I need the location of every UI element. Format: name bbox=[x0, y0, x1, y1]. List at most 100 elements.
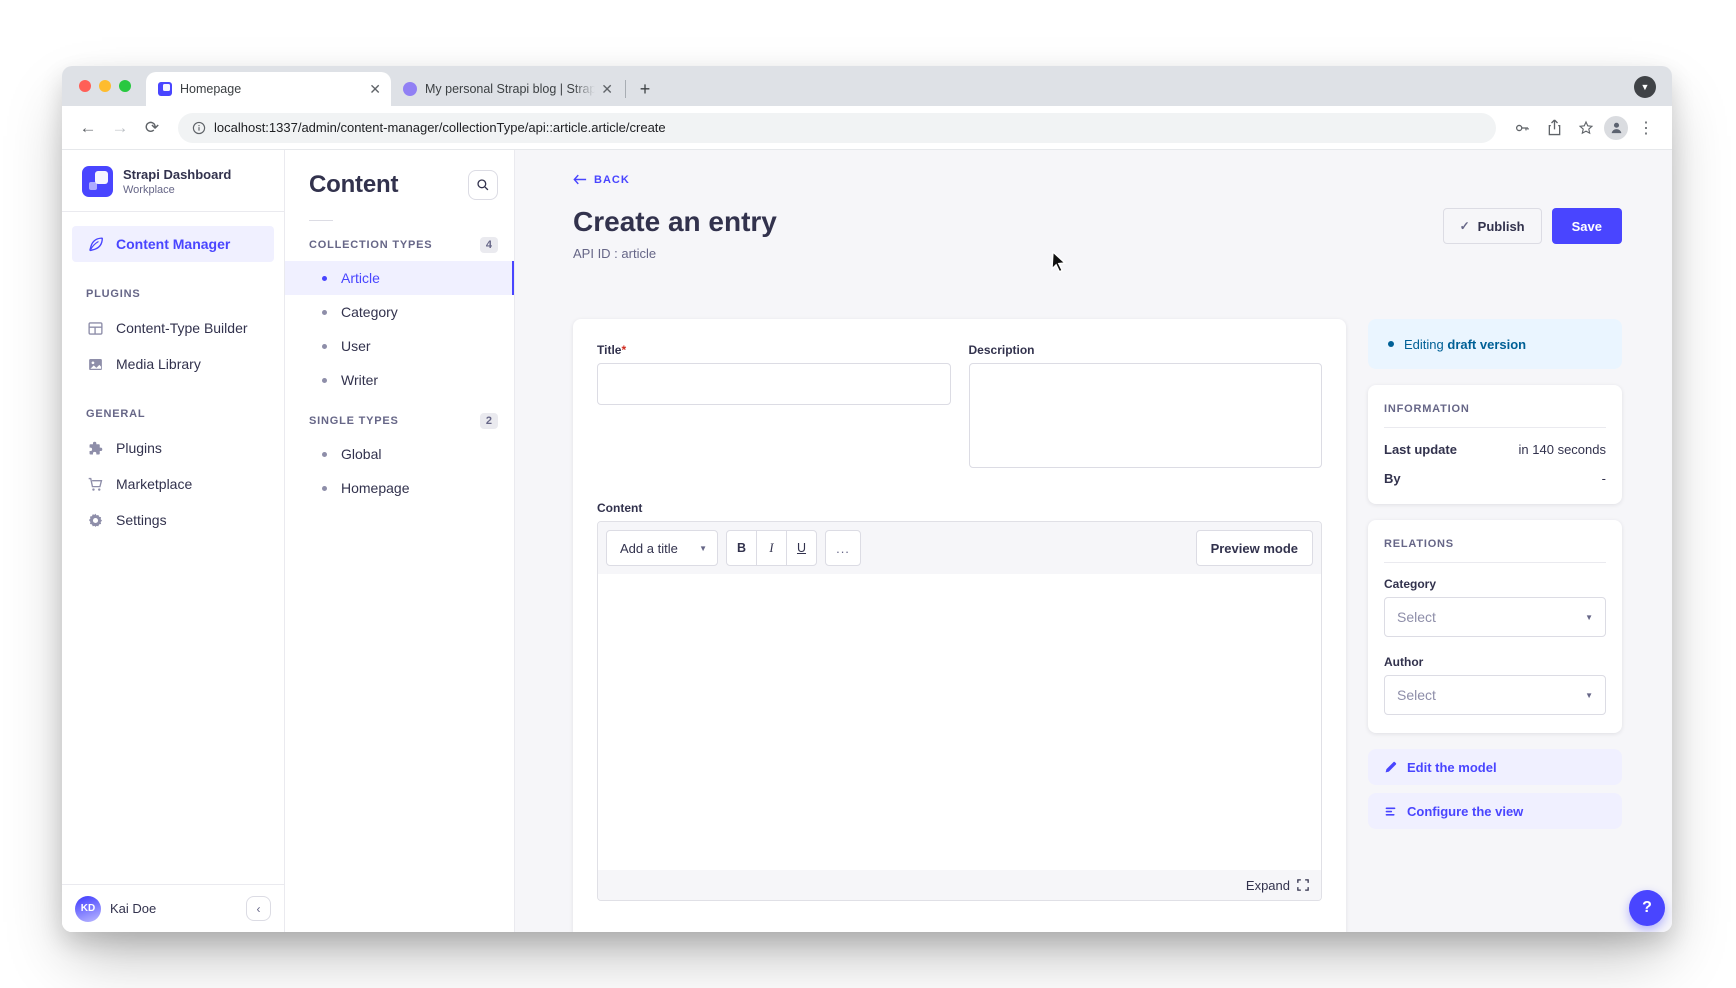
user-avatar[interactable]: KD bbox=[75, 896, 101, 922]
tab-close-icon[interactable]: ✕ bbox=[369, 82, 381, 96]
tab-strapi-blog[interactable]: My personal Strapi blog | Strap ✕ bbox=[391, 72, 623, 106]
sidebar-item-label: Content Manager bbox=[116, 236, 230, 252]
single-types-count: 2 bbox=[480, 413, 498, 429]
expand-label[interactable]: Expand bbox=[1246, 878, 1290, 893]
title-input[interactable] bbox=[597, 363, 951, 405]
relations-card: RELATIONS Category Select ▼ Author Selec… bbox=[1368, 520, 1622, 733]
bullet-icon bbox=[322, 486, 327, 491]
preview-mode-button[interactable]: Preview mode bbox=[1196, 530, 1313, 566]
tab-close-icon[interactable]: ✕ bbox=[601, 82, 613, 96]
collection-types-count: 4 bbox=[480, 237, 498, 253]
tab-search-button[interactable]: ▼ bbox=[1634, 76, 1656, 98]
zoom-window-button[interactable] bbox=[119, 80, 131, 92]
configure-view-button[interactable]: Configure the view bbox=[1368, 793, 1622, 829]
title-field-label: Title* bbox=[597, 343, 951, 357]
bold-button[interactable]: B bbox=[726, 530, 757, 566]
sidebar-item-media-library[interactable]: Media Library bbox=[62, 346, 284, 382]
publish-button[interactable]: ✓ Publish bbox=[1443, 208, 1542, 244]
status-dot-icon bbox=[1388, 341, 1394, 347]
more-options-button[interactable]: ... bbox=[825, 530, 861, 566]
tab-strip: Homepage ✕ My personal Strapi blog | Str… bbox=[62, 66, 1672, 106]
divider bbox=[309, 220, 333, 221]
sidebar-user-footer: KD Kai Doe ‹ bbox=[62, 884, 284, 932]
author-label: Author bbox=[1384, 655, 1606, 669]
bookmark-star-icon[interactable] bbox=[1572, 114, 1600, 142]
required-asterisk: * bbox=[621, 343, 626, 357]
search-icon bbox=[476, 178, 490, 192]
sidebar-item-label: Content-Type Builder bbox=[116, 320, 248, 336]
content-nav-panel: Content COLLECTION TYPES 4 Article Categ… bbox=[285, 150, 515, 932]
collection-type-label: Article bbox=[341, 270, 380, 286]
heading-select[interactable]: Add a title ▼ bbox=[606, 530, 718, 566]
description-field-label: Description bbox=[969, 343, 1323, 357]
back-button[interactable]: ← bbox=[74, 114, 102, 142]
collection-type-label: User bbox=[341, 338, 371, 354]
search-button[interactable] bbox=[468, 170, 498, 200]
tab-separator bbox=[625, 80, 626, 98]
sidebar-item-label: Marketplace bbox=[116, 476, 192, 492]
password-key-icon[interactable] bbox=[1508, 114, 1536, 142]
help-button[interactable]: ? bbox=[1629, 890, 1665, 926]
underline-button[interactable]: U bbox=[786, 530, 817, 566]
user-name: Kai Doe bbox=[110, 901, 237, 916]
reload-button[interactable]: ⟳ bbox=[138, 114, 166, 142]
sidebar-item-marketplace[interactable]: Marketplace bbox=[62, 466, 284, 502]
panel-title: Content bbox=[309, 171, 398, 199]
sidebar-section-plugins: PLUGINS bbox=[62, 288, 284, 300]
collection-types-header: COLLECTION TYPES bbox=[309, 239, 432, 251]
new-tab-button[interactable]: + bbox=[632, 76, 658, 102]
sidebar-item-content-type-builder[interactable]: Content-Type Builder bbox=[62, 310, 284, 346]
sidebar-item-label: Media Library bbox=[116, 356, 201, 372]
browser-profile-avatar[interactable] bbox=[1604, 116, 1628, 140]
site-info-icon[interactable] bbox=[192, 121, 206, 135]
brand-title: Strapi Dashboard bbox=[123, 167, 231, 182]
editor-body[interactable] bbox=[598, 574, 1321, 870]
category-label: Category bbox=[1384, 577, 1606, 591]
edit-model-button[interactable]: Edit the model bbox=[1368, 749, 1622, 785]
url-bar[interactable]: localhost:1337/admin/content-manager/col… bbox=[178, 113, 1496, 143]
browser-menu-icon[interactable]: ⋮ bbox=[1632, 114, 1660, 142]
collapse-sidebar-button[interactable]: ‹ bbox=[246, 896, 271, 921]
collection-type-user[interactable]: User bbox=[285, 329, 514, 363]
italic-button[interactable]: I bbox=[756, 530, 787, 566]
single-type-global[interactable]: Global bbox=[285, 437, 514, 471]
sidebar-item-settings[interactable]: Settings bbox=[62, 502, 284, 538]
author-select[interactable]: Select ▼ bbox=[1384, 675, 1606, 715]
sidebar-item-content-manager[interactable]: Content Manager bbox=[72, 226, 274, 262]
single-type-label: Homepage bbox=[341, 480, 410, 496]
back-link[interactable]: BACK bbox=[573, 174, 630, 186]
relations-header: RELATIONS bbox=[1384, 538, 1606, 550]
close-window-button[interactable] bbox=[79, 80, 91, 92]
divider bbox=[1384, 427, 1606, 428]
entry-side-panel: Editing draft version INFORMATION Last u… bbox=[1368, 319, 1622, 829]
shopping-cart-icon bbox=[86, 475, 104, 493]
content-field-label: Content bbox=[597, 501, 1322, 515]
tab-title: Homepage bbox=[180, 82, 363, 96]
main-content: BACK Create an entry API ID : article ✓ … bbox=[515, 150, 1672, 932]
single-type-homepage[interactable]: Homepage bbox=[285, 471, 514, 505]
strapi-logo-icon bbox=[82, 166, 113, 197]
by-value: - bbox=[1602, 471, 1606, 486]
workspace-brand[interactable]: Strapi Dashboard Workplace bbox=[62, 150, 284, 212]
share-icon[interactable] bbox=[1540, 114, 1568, 142]
collection-type-writer[interactable]: Writer bbox=[285, 363, 514, 397]
check-icon: ✓ bbox=[1460, 219, 1470, 233]
description-textarea[interactable] bbox=[969, 363, 1323, 468]
back-arrow-icon bbox=[573, 174, 587, 185]
pencil-icon bbox=[1384, 761, 1397, 774]
chevron-down-icon: ▼ bbox=[699, 544, 707, 553]
minimize-window-button[interactable] bbox=[99, 80, 111, 92]
forward-button[interactable]: → bbox=[106, 114, 134, 142]
api-id-subtitle: API ID : article bbox=[573, 246, 777, 261]
chevron-down-icon: ▼ bbox=[1585, 613, 1593, 622]
single-type-label: Global bbox=[341, 446, 381, 462]
collection-type-category[interactable]: Category bbox=[285, 295, 514, 329]
save-button[interactable]: Save bbox=[1552, 208, 1622, 244]
tab-title: My personal Strapi blog | Strap bbox=[425, 82, 595, 96]
collection-type-label: Writer bbox=[341, 372, 378, 388]
category-select[interactable]: Select ▼ bbox=[1384, 597, 1606, 637]
collection-type-article[interactable]: Article bbox=[285, 261, 514, 295]
expand-icon[interactable] bbox=[1297, 879, 1309, 891]
tab-homepage[interactable]: Homepage ✕ bbox=[146, 72, 391, 106]
sidebar-item-plugins[interactable]: Plugins bbox=[62, 430, 284, 466]
